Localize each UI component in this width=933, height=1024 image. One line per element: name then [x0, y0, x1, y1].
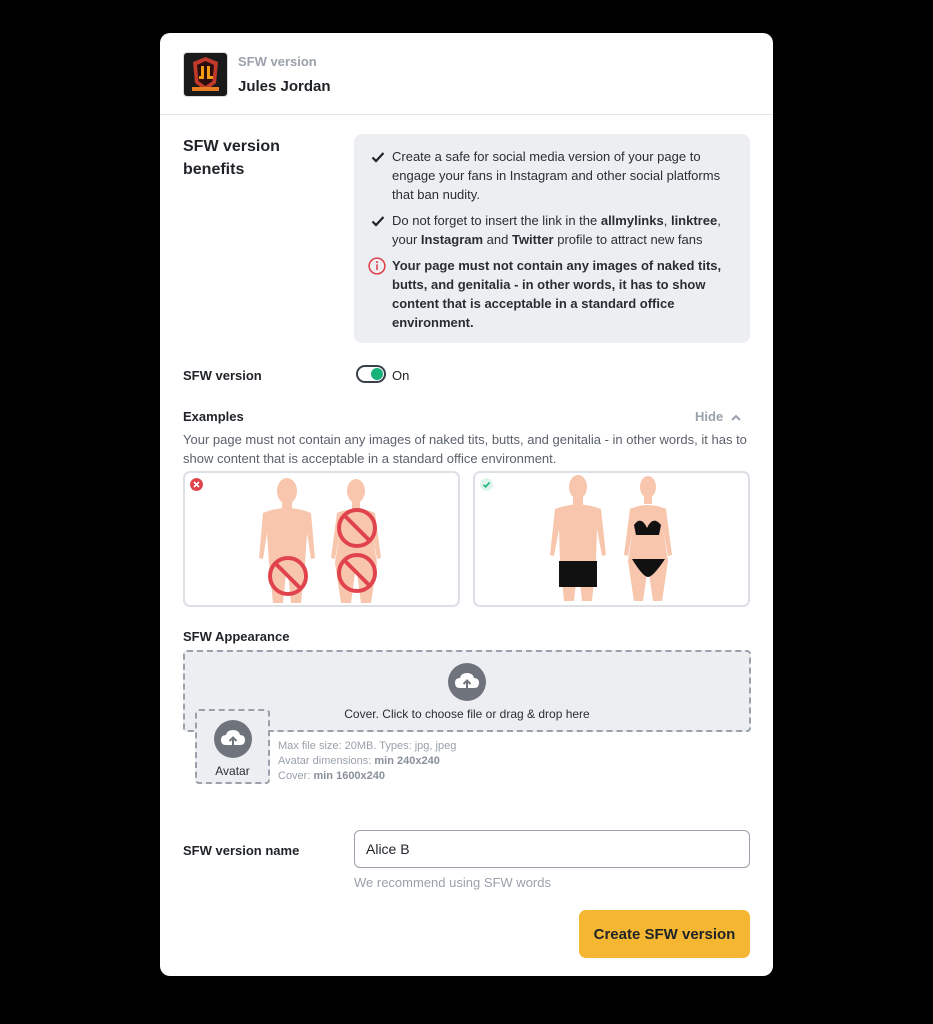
toggle-knob — [371, 368, 383, 380]
benefit-text: Create a safe for social media version o… — [392, 149, 721, 202]
logo-image — [183, 52, 228, 97]
header-title: Jules Jordan — [238, 78, 331, 95]
twitter-text: Twitter — [511, 232, 554, 247]
avatar-dimensions-text: Avatar dimensions: min 240x240 — [278, 754, 456, 769]
benefits-panel: Create a safe for social media version o… — [354, 134, 750, 343]
sfw-appearance-label: SFW Appearance — [183, 629, 290, 644]
benefit-text-part: Do not forget to insert the link in the — [392, 213, 601, 228]
cover-dim-value: min 1600x240 — [313, 770, 386, 782]
header: SFW version Jules Jordan — [160, 33, 773, 115]
benefit-text-part: and — [483, 232, 512, 247]
sfw-version-toggle[interactable] — [356, 365, 386, 383]
example-allowed — [473, 471, 750, 607]
benefit-warning: Your page must not contain any images of… — [368, 256, 734, 332]
examples-label: Examples — [183, 409, 244, 424]
benefit-text-part: , — [663, 213, 671, 228]
cover-dimensions-text: Cover: min 1600x240 — [278, 769, 456, 784]
avatar-dropzone[interactable]: Avatar — [195, 709, 270, 784]
hide-examples-button[interactable]: Hide — [695, 409, 741, 424]
sfw-version-label: SFW version — [183, 368, 262, 383]
check-icon — [371, 152, 385, 163]
name-hint: We recommend using SFW words — [354, 875, 551, 890]
avatar-dropzone-text: Avatar — [215, 764, 250, 778]
benefits-title: SFW version benefits — [183, 138, 280, 178]
create-sfw-version-button[interactable]: Create SFW version — [579, 910, 750, 958]
avatar-dim-value: min 240x240 — [374, 755, 440, 767]
upload-requirements: Max file size: 20MB. Types: jpg, jpeg Av… — [278, 739, 456, 784]
upload-cloud-icon — [448, 663, 486, 701]
examples-description: Your page must not contain any images of… — [183, 432, 747, 466]
benefit-item: Do not forget to insert the link in the … — [370, 211, 734, 249]
benefit-text-part: profile to attract new fans — [553, 232, 703, 247]
chevron-up-icon — [731, 414, 741, 421]
example-not-allowed — [183, 471, 460, 607]
header-subtitle: SFW version — [238, 54, 317, 69]
benefit-item: Create a safe for social media version o… — [370, 147, 734, 204]
sfw-version-name-input[interactable] — [354, 830, 750, 868]
linktree-text: linktree — [670, 213, 718, 228]
sfw-version-card: SFW version Jules Jordan SFW version ben… — [160, 33, 773, 976]
avatar-dim-label: Avatar dimensions: — [278, 755, 375, 767]
check-icon — [371, 216, 385, 227]
covered-figures-image — [550, 475, 672, 601]
instagram-text: Instagram — [420, 232, 484, 247]
nude-figures-image — [259, 478, 381, 603]
hide-label: Hide — [695, 409, 724, 424]
allmylinks-text: allmylinks — [600, 213, 664, 228]
max-file-size-text: Max file size: 20MB. Types: jpg, jpeg — [278, 740, 457, 752]
cover-dim-label: Cover: — [278, 770, 314, 782]
toggle-state-label: On — [392, 368, 410, 383]
info-icon — [368, 257, 386, 275]
sfw-version-name-label: SFW version name — [183, 843, 300, 858]
upload-cloud-icon — [214, 720, 252, 758]
warning-text: Your page must not contain any images of… — [392, 258, 722, 330]
